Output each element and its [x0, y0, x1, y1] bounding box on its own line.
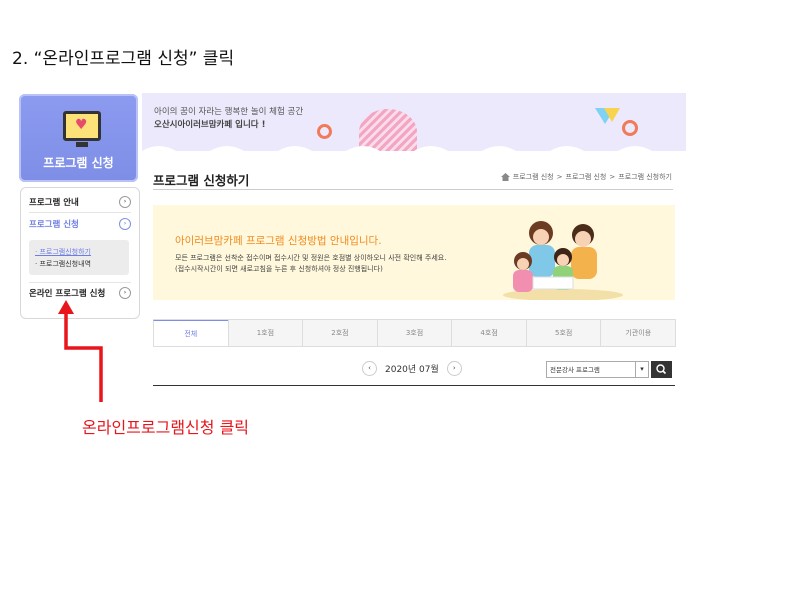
- submenu-box: · 프로그램신청하기 · 프로그램신청내역: [29, 240, 129, 275]
- menu-divider: [29, 282, 131, 283]
- sidebar-item-label: 온라인 프로그램 신청: [29, 289, 106, 299]
- prev-month-icon[interactable]: ‹: [362, 361, 377, 376]
- step-title: 2. “온라인프로그램 신청” 클릭: [12, 49, 235, 69]
- calendar-divider: [153, 385, 675, 386]
- circle-decoration: [622, 120, 638, 136]
- circle-decoration: [317, 124, 332, 139]
- wave-decoration: [142, 146, 686, 151]
- month-label: 2020년 07월: [385, 365, 439, 375]
- triangle-decoration: [604, 108, 620, 122]
- tab-branch-4[interactable]: 4호점: [451, 320, 526, 346]
- tab-branch-1[interactable]: 1호점: [227, 320, 303, 346]
- tab-institution[interactable]: 기관이용: [600, 320, 676, 346]
- tab-branch-2[interactable]: 2호점: [302, 320, 377, 346]
- info-box: 아이러브맘카페 프로그램 신청방법 안내입니다. 모든 프로그램은 선착순 접수…: [153, 205, 675, 300]
- banner-line-2: 오산시아이러브맘카페 입니다 !: [154, 120, 266, 130]
- submenu-item-apply[interactable]: · 프로그램신청하기: [35, 247, 91, 257]
- submenu-item-history[interactable]: · 프로그램신청내역: [35, 259, 91, 269]
- program-type-select[interactable]: 전문강사 프로그램 ▾: [546, 361, 649, 378]
- info-description: (접수시작시간이 되면 새로고침을 누른 후 신청하셔야 정상 진행됩니다): [175, 265, 383, 273]
- menu-divider: [29, 212, 131, 213]
- sidebar-item-label: 프로그램 신청: [29, 220, 79, 230]
- dropdown-arrow-icon: ▾: [635, 362, 648, 377]
- search-button[interactable]: [651, 361, 672, 378]
- chevron-right-icon: ›: [119, 287, 131, 299]
- chevron-down-icon: ›: [119, 218, 131, 230]
- search-icon: [656, 364, 667, 375]
- annotation-text: 온라인프로그램신청 클릭: [82, 418, 250, 437]
- heading-divider: [153, 189, 673, 190]
- home-icon[interactable]: [500, 173, 510, 181]
- banner-line-1: 아이의 꿈이 자라는 행복한 놀이 체험 공간: [154, 107, 304, 117]
- select-value: 전문강사 프로그램: [550, 366, 600, 374]
- breadcrumb-item[interactable]: 프로그램 신청: [513, 172, 554, 182]
- side-menu: 프로그램 안내 › 프로그램 신청 › · 프로그램신청하기 · 프로그램신청내…: [20, 187, 140, 319]
- monitor-heart-icon: ♥: [63, 111, 101, 147]
- breadcrumb: 프로그램 신청 > 프로그램 신청 > 프로그램 신청하기: [500, 172, 672, 182]
- month-navigation: ‹ 2020년 07월 ›: [362, 361, 462, 376]
- program-card: ♥ 프로그램 신청: [19, 94, 138, 182]
- breadcrumb-item[interactable]: 프로그램 신청: [566, 172, 607, 182]
- breadcrumb-item[interactable]: 프로그램 신청하기: [618, 172, 672, 182]
- family-illustration: [503, 221, 623, 300]
- program-card-title: 프로그램 신청: [43, 156, 114, 170]
- tab-branch-5[interactable]: 5호점: [525, 320, 601, 346]
- tab-branch-3[interactable]: 3호점: [376, 320, 452, 346]
- info-heading: 아이러브맘카페 프로그램 신청방법 안내입니다.: [175, 235, 382, 247]
- next-month-icon[interactable]: ›: [446, 361, 462, 376]
- branch-tabs: 전체 1호점 2호점 3호점 4호점 5호점 기관이용: [153, 319, 676, 347]
- sidebar-item-program-apply[interactable]: 프로그램 신청 ›: [29, 218, 131, 230]
- tab-all[interactable]: 전체: [153, 320, 228, 346]
- embedded-screenshot: ♥ 프로그램 신청 프로그램 안내 › 프로그램 신청 › · 프로그램신청하기…: [12, 93, 686, 398]
- chevron-right-icon: ›: [119, 196, 131, 208]
- sidebar-item-online-program[interactable]: 온라인 프로그램 신청 ›: [29, 287, 131, 299]
- top-banner: 아이의 꿈이 자라는 행복한 놀이 체험 공간 오산시아이러브맘카페 입니다 !: [142, 93, 686, 151]
- info-description: 모든 프로그램은 선착순 접수이며 접수시간 및 정원은 호점별 상이하오니 사…: [175, 254, 447, 262]
- page-title: 프로그램 신청하기: [153, 173, 250, 188]
- sidebar-item-label: 프로그램 안내: [29, 198, 79, 208]
- sidebar-item-program-info[interactable]: 프로그램 안내 ›: [29, 196, 131, 208]
